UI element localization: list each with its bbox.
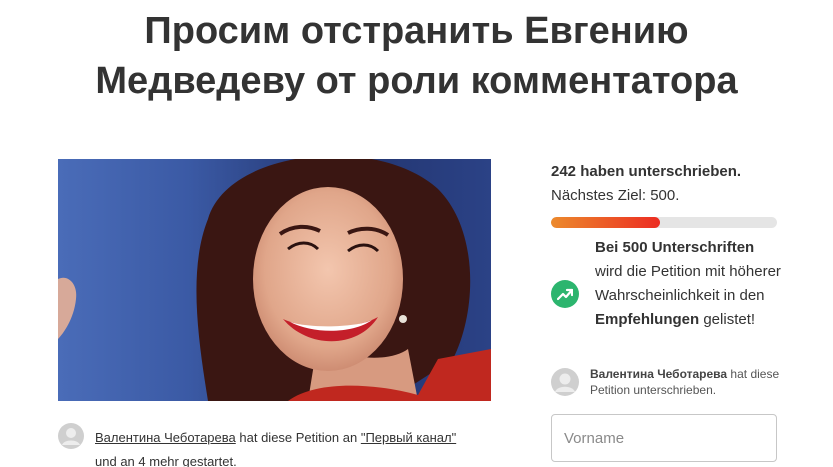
creator-and-text: und: [95, 454, 117, 467]
first-name-input[interactable]: [551, 414, 777, 462]
signature-count: 242 haben unterschrieben.: [551, 163, 742, 180]
recommendation-promo: Bei 500 Unterschriften wird die Petition…: [595, 236, 785, 332]
creator-name-link[interactable]: Валентина Чеботарева: [95, 430, 236, 445]
promo-recommendations: Empfehlungen: [595, 311, 700, 328]
creator-started-text: gestartet.: [182, 454, 237, 467]
trending-up-icon: [557, 288, 573, 301]
creator-avatar-icon: [58, 423, 84, 449]
trend-badge: [551, 280, 579, 308]
recent-signer-text: Валентина Чеботарева hat diese Petition …: [590, 366, 790, 398]
creator-action-text: hat diese Petition an: [239, 430, 358, 445]
signature-progress-fill: [551, 217, 661, 228]
recent-signer: Валентина Чеботарева hat diese Petition …: [551, 366, 791, 400]
petition-creator: Валентина Чеботарева hat diese Petition …: [58, 423, 491, 467]
petition-title-line-2: Медведеву от роли комментатора: [95, 60, 738, 102]
creator-text: Валентина Чеботарева hat diese Petition …: [95, 426, 495, 467]
promo-text: wird die Petition mit höherer Wahrschein…: [595, 263, 781, 304]
more-recipients-link[interactable]: an 4 mehr: [120, 454, 179, 467]
petition-photo: [58, 159, 491, 401]
signer-avatar-icon: [551, 368, 579, 396]
petition-title-line-1: Просим отстранить Евгению: [144, 10, 689, 52]
recipient-link[interactable]: "Первый канал": [361, 430, 456, 445]
signature-progress-bar: [551, 217, 777, 228]
petition-image: [58, 159, 491, 401]
petition-title: Просим отстранить Евгению Медведеву от р…: [0, 6, 833, 106]
promo-threshold: Bei 500 Unterschriften: [595, 239, 755, 256]
recent-signer-name: Валентина Чеботарева: [590, 367, 728, 381]
signature-goal: Nächstes Ziel: 500.: [551, 187, 680, 204]
promo-suffix: gelistet!: [703, 311, 756, 328]
